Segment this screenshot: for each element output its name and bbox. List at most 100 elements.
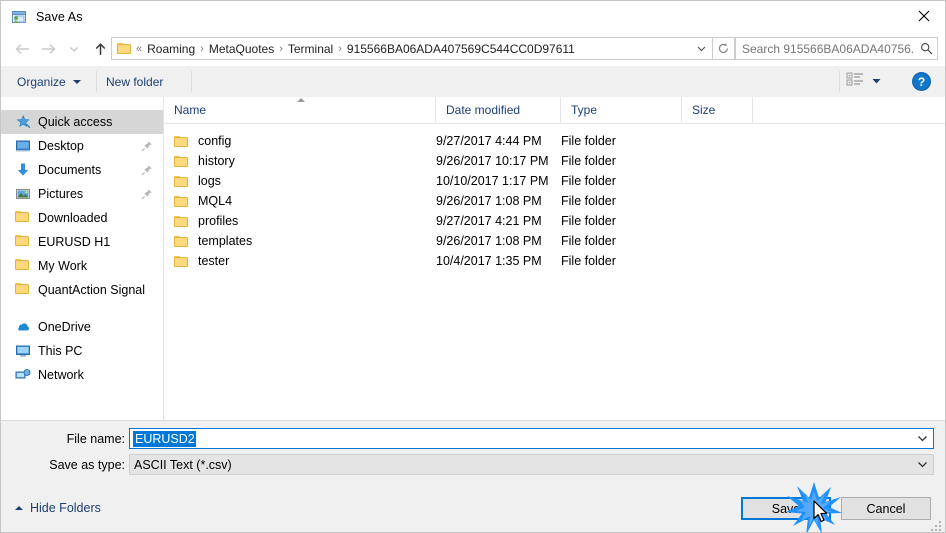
file-date: 9/26/2017 1:08 PM <box>436 234 542 248</box>
table-row[interactable]: history 9/26/2017 10:17 PM File folder <box>164 151 945 171</box>
sidebar-item-documents[interactable]: Documents <box>1 158 163 182</box>
file-name-cell: history <box>174 154 235 168</box>
file-name-cell: templates <box>174 234 252 248</box>
file-name: templates <box>198 234 253 248</box>
breadcrumb-metaquotes[interactable]: MetaQuotes <box>205 42 278 56</box>
column-header-date-modified[interactable]: Date modified <box>436 97 561 122</box>
save-button-label: Save <box>771 501 801 516</box>
window-title: Save As <box>36 9 83 24</box>
chevron-down-icon[interactable] <box>911 455 933 474</box>
table-row[interactable]: tester 10/4/2017 1:35 PM File folder <box>164 251 945 271</box>
save-as-icon <box>11 9 27 25</box>
sidebar-item-downloaded[interactable]: Downloaded <box>1 206 163 230</box>
file-type: File folder <box>561 234 616 248</box>
file-name: tester <box>198 254 230 268</box>
new-folder-button[interactable]: New folder <box>106 71 163 93</box>
breadcrumb-terminal[interactable]: Terminal <box>284 42 337 56</box>
toolbar-divider <box>96 71 97 92</box>
folder-icon <box>15 282 31 298</box>
table-row[interactable]: logs 10/10/2017 1:17 PM File folder <box>164 171 945 191</box>
table-row[interactable]: profiles 9/27/2017 4:21 PM File folder <box>164 211 945 231</box>
svg-text:?: ? <box>918 75 925 89</box>
file-name-cell: MQL4 <box>174 194 232 208</box>
table-row[interactable]: config 9/27/2017 4:44 PM File folder <box>164 131 945 151</box>
sidebar-item-label: OneDrive <box>38 320 91 334</box>
sidebar-item-label: Pictures <box>38 187 84 201</box>
column-header-type[interactable]: Type <box>561 97 682 122</box>
column-headers: Name Date modified Type Size <box>164 97 945 124</box>
file-date: 10/10/2017 1:17 PM <box>436 174 549 188</box>
onedrive-icon <box>15 319 31 335</box>
change-view-button[interactable] <box>846 71 881 90</box>
organize-label: Organize <box>17 75 66 89</box>
sidebar-item-onedrive[interactable]: OneDrive <box>1 315 163 339</box>
navigation-bar: « Roaming › MetaQuotes › Terminal › 9155… <box>1 32 945 66</box>
sidebar-item-quantaction-signal[interactable]: QuantAction Signal <box>1 278 163 302</box>
pin-icon[interactable] <box>141 140 153 152</box>
column-header-label: Type <box>571 102 598 117</box>
file-name: logs <box>198 174 221 188</box>
address-bar[interactable]: « Roaming › MetaQuotes › Terminal › 9155… <box>111 37 713 60</box>
file-name: MQL4 <box>198 194 233 208</box>
back-button[interactable] <box>9 36 35 62</box>
close-button[interactable] <box>901 1 945 31</box>
sidebar-item-label: Quick access <box>38 115 113 129</box>
folder-icon <box>174 155 190 168</box>
pin-icon[interactable] <box>141 188 153 200</box>
folder-icon <box>174 235 190 248</box>
resize-grip[interactable] <box>931 519 943 531</box>
hide-folders-button[interactable]: Hide Folders <box>15 501 101 515</box>
file-type: File folder <box>561 134 616 148</box>
file-name-input[interactable]: EURUSD2 <box>129 428 934 449</box>
chevron-down-icon[interactable] <box>690 38 712 59</box>
search-box[interactable] <box>735 37 938 60</box>
recent-locations-button[interactable] <box>61 36 87 62</box>
save-form: File name: EURUSD2 Save as type: ASCII T… <box>1 420 945 491</box>
cancel-button[interactable]: Cancel <box>841 497 931 520</box>
toolbar-divider <box>839 71 840 92</box>
save-as-type-label: Save as type: <box>49 458 125 472</box>
search-icon <box>915 42 937 55</box>
file-list: Name Date modified Type Size config 9/27… <box>164 97 945 420</box>
navigation-pane: Quick access Desktop Documents Pictures … <box>1 97 164 420</box>
column-header-name[interactable]: Name <box>164 97 436 122</box>
organize-button[interactable]: Organize <box>17 71 81 93</box>
search-input[interactable] <box>736 40 915 57</box>
sidebar-item-this-pc[interactable]: This PC <box>1 339 163 363</box>
refresh-button[interactable] <box>713 37 735 60</box>
sidebar-item-my-work[interactable]: My Work <box>1 254 163 278</box>
title-bar: Save As <box>1 1 945 32</box>
sidebar-item-eurusd-h1[interactable]: EURUSD H1 <box>1 230 163 254</box>
pin-icon[interactable] <box>141 164 153 176</box>
breadcrumb-overflow[interactable]: « <box>135 43 143 55</box>
folder-icon <box>117 42 132 55</box>
column-header-size[interactable]: Size <box>682 97 753 122</box>
up-button[interactable] <box>87 36 113 62</box>
breadcrumb-guid[interactable]: 915566BA06ADA407569C544CC0D97611 <box>343 42 579 56</box>
chevron-down-icon[interactable] <box>911 429 933 448</box>
forward-button[interactable] <box>35 36 61 62</box>
table-row[interactable]: MQL4 9/26/2017 1:08 PM File folder <box>164 191 945 211</box>
folder-icon <box>15 258 31 274</box>
pictures-icon <box>15 186 31 202</box>
breadcrumb-roaming[interactable]: Roaming <box>143 42 199 56</box>
this-pc-icon <box>15 343 31 359</box>
sidebar-item-quick-access[interactable]: Quick access <box>1 110 163 134</box>
chevron-down-icon[interactable] <box>872 74 881 88</box>
new-folder-label: New folder <box>106 75 164 89</box>
sidebar-item-desktop[interactable]: Desktop <box>1 134 163 158</box>
sidebar-item-label: Desktop <box>38 139 84 153</box>
folder-icon <box>174 195 190 208</box>
file-name: profiles <box>198 214 239 228</box>
file-type: File folder <box>561 254 616 268</box>
sidebar-item-network[interactable]: Network <box>1 363 163 387</box>
folder-icon <box>174 135 190 148</box>
save-button[interactable]: Save <box>741 497 831 520</box>
table-row[interactable]: templates 9/26/2017 1:08 PM File folder <box>164 231 945 251</box>
column-header-label: Date modified <box>446 102 521 117</box>
sidebar-item-pictures[interactable]: Pictures <box>1 182 163 206</box>
help-button[interactable]: ? <box>911 71 932 92</box>
hide-folders-label: Hide Folders <box>30 501 101 515</box>
save-as-type-select[interactable]: ASCII Text (*.csv) <box>129 454 934 475</box>
save-as-type-value: ASCII Text (*.csv) <box>134 457 232 472</box>
